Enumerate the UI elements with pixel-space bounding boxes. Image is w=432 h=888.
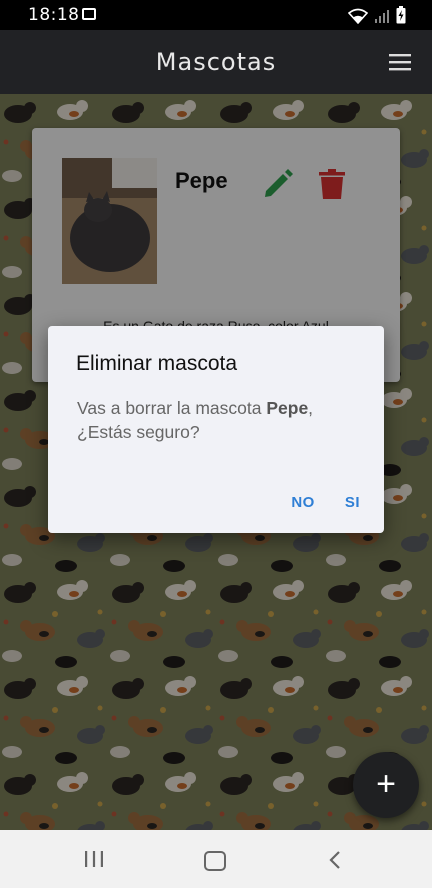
- dialog-title: Eliminar mascota: [76, 352, 238, 375]
- back-button[interactable]: [328, 850, 342, 870]
- dialog-message-prefix: Vas a borrar la mascota: [77, 398, 267, 418]
- back-chevron-icon: [329, 851, 340, 869]
- status-indicators: [348, 6, 406, 24]
- menu-button[interactable]: [388, 52, 412, 72]
- screen: 18:18 Mascotas Pepe + Eliminar mascota V…: [0, 0, 432, 888]
- status-bar: 18:18: [0, 0, 432, 30]
- home-button[interactable]: [204, 851, 226, 871]
- dialog-no-button[interactable]: NO: [291, 494, 315, 511]
- hamburger-menu-icon: [389, 54, 411, 71]
- delete-confirm-dialog: Eliminar mascota Vas a borrar la mascota…: [48, 326, 384, 533]
- recents-button[interactable]: [84, 850, 104, 868]
- battery-charging-icon: [396, 6, 406, 24]
- dialog-actions: NO SI: [291, 494, 360, 511]
- signal-icon: [375, 10, 389, 23]
- gallery-notification-icon: [82, 8, 96, 20]
- status-time: 18:18: [28, 5, 80, 25]
- dialog-yes-button[interactable]: SI: [345, 494, 360, 511]
- recents-icon: [85, 851, 103, 867]
- dialog-message: Vas a borrar la mascota Pepe, ¿Estás seg…: [77, 396, 367, 444]
- plus-icon: +: [376, 765, 396, 803]
- system-nav-bar: [0, 830, 432, 888]
- app-bar: Mascotas: [0, 30, 432, 94]
- add-pet-fab[interactable]: +: [353, 752, 419, 818]
- dialog-message-pet-name: Pepe: [266, 398, 309, 418]
- app-title: Mascotas: [155, 48, 277, 76]
- wifi-icon: [348, 8, 368, 24]
